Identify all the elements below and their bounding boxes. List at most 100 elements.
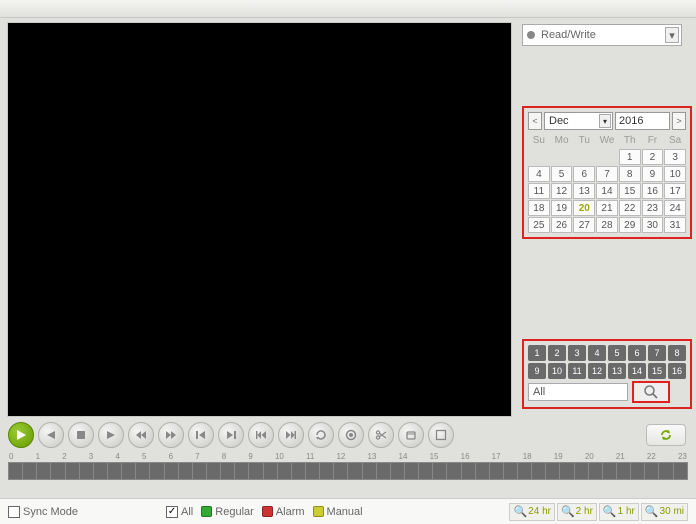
calendar-day[interactable]: 16 xyxy=(642,183,664,199)
skip-back-button[interactable] xyxy=(188,422,214,448)
channel-button[interactable]: 3 xyxy=(568,345,586,361)
timeline-segment[interactable] xyxy=(476,462,490,480)
calendar-day[interactable]: 26 xyxy=(551,217,573,233)
timeline-segment[interactable] xyxy=(391,462,405,480)
calendar-day[interactable]: 5 xyxy=(551,166,573,182)
channel-button[interactable]: 9 xyxy=(528,363,546,379)
timeline-segment[interactable] xyxy=(589,462,603,480)
timeline-segment[interactable] xyxy=(518,462,532,480)
refresh-button[interactable] xyxy=(646,424,686,446)
timeline-segment[interactable] xyxy=(645,462,659,480)
calendar-day[interactable]: 24 xyxy=(664,200,686,216)
calendar-day[interactable]: 27 xyxy=(573,217,595,233)
timeline-segment[interactable] xyxy=(136,462,150,480)
channel-button[interactable]: 6 xyxy=(628,345,646,361)
timeline-segment[interactable] xyxy=(37,462,51,480)
channel-button[interactable]: 15 xyxy=(648,363,666,379)
zoom-2hr-button[interactable]: 🔍2 hr xyxy=(557,503,597,521)
manual-legend[interactable]: Manual xyxy=(313,506,363,518)
timeline-segment[interactable] xyxy=(334,462,348,480)
next-clip-button[interactable] xyxy=(278,422,304,448)
all-checkbox[interactable]: All xyxy=(166,506,193,518)
channel-button[interactable]: 16 xyxy=(668,363,686,379)
zoom-30mi-button[interactable]: 🔍30 mi xyxy=(641,503,688,521)
timeline-segment[interactable] xyxy=(306,462,320,480)
timeline[interactable]: 01234567891011121314151617181920212223 xyxy=(8,452,688,480)
timeline-segment[interactable] xyxy=(66,462,80,480)
calendar-day[interactable]: 2 xyxy=(642,149,664,165)
calendar-day[interactable]: 9 xyxy=(642,166,664,182)
calendar-day[interactable]: 21 xyxy=(596,200,618,216)
alarm-legend[interactable]: Alarm xyxy=(262,506,305,518)
play-button[interactable] xyxy=(8,422,34,448)
calendar-day[interactable]: 30 xyxy=(642,217,664,233)
channel-button[interactable]: 8 xyxy=(668,345,686,361)
timeline-segment[interactable] xyxy=(659,462,673,480)
timeline-segment[interactable] xyxy=(532,462,546,480)
timeline-segment[interactable] xyxy=(575,462,589,480)
calendar-day[interactable]: 19 xyxy=(551,200,573,216)
calendar-day[interactable]: 31 xyxy=(664,217,686,233)
zoom-24hr-button[interactable]: 🔍24 hr xyxy=(509,503,555,521)
timeline-segment[interactable] xyxy=(165,462,179,480)
calendar-day[interactable]: 8 xyxy=(619,166,641,182)
fullscreen-button[interactable] xyxy=(428,422,454,448)
zoom-1hr-button[interactable]: 🔍1 hr xyxy=(599,503,639,521)
channel-button[interactable]: 7 xyxy=(648,345,666,361)
calendar-day[interactable]: 12 xyxy=(551,183,573,199)
record-button[interactable] xyxy=(338,422,364,448)
timeline-segment[interactable] xyxy=(193,462,207,480)
sync-mode-checkbox[interactable]: Sync Mode xyxy=(8,506,78,518)
read-write-select[interactable]: Read/Write ▾ xyxy=(522,24,682,46)
search-button[interactable] xyxy=(632,381,670,403)
timeline-segment[interactable] xyxy=(51,462,65,480)
calendar-day[interactable]: 1 xyxy=(619,149,641,165)
calendar-day[interactable]: 3 xyxy=(664,149,686,165)
year-input[interactable]: 2016 xyxy=(615,112,670,130)
channel-button[interactable]: 5 xyxy=(608,345,626,361)
timeline-segment[interactable] xyxy=(419,462,433,480)
calendar-day[interactable]: 14 xyxy=(596,183,618,199)
timeline-segment[interactable] xyxy=(278,462,292,480)
calendar-day[interactable]: 25 xyxy=(528,217,550,233)
fast-forward-button[interactable] xyxy=(158,422,184,448)
prev-month-button[interactable]: < xyxy=(528,112,542,130)
channel-button[interactable]: 2 xyxy=(548,345,566,361)
timeline-segment[interactable] xyxy=(23,462,37,480)
timeline-segment[interactable] xyxy=(108,462,122,480)
timeline-segment[interactable] xyxy=(8,462,23,480)
timeline-segment[interactable] xyxy=(504,462,518,480)
export-button[interactable] xyxy=(398,422,424,448)
calendar-day[interactable]: 15 xyxy=(619,183,641,199)
timeline-segment[interactable] xyxy=(235,462,249,480)
calendar-day[interactable]: 18 xyxy=(528,200,550,216)
timeline-segment[interactable] xyxy=(320,462,334,480)
calendar-day[interactable]: 6 xyxy=(573,166,595,182)
timeline-segment[interactable] xyxy=(150,462,164,480)
calendar-day[interactable]: 28 xyxy=(596,217,618,233)
timeline-segment[interactable] xyxy=(433,462,447,480)
timeline-segment[interactable] xyxy=(447,462,461,480)
timeline-segment[interactable] xyxy=(560,462,574,480)
timeline-segment[interactable] xyxy=(94,462,108,480)
timeline-segment[interactable] xyxy=(603,462,617,480)
channel-button[interactable]: 14 xyxy=(628,363,646,379)
timeline-segment[interactable] xyxy=(546,462,560,480)
timeline-segment[interactable] xyxy=(179,462,193,480)
calendar-day[interactable]: 22 xyxy=(619,200,641,216)
timeline-segment[interactable] xyxy=(207,462,221,480)
video-playback-area[interactable] xyxy=(7,22,512,417)
timeline-segment[interactable] xyxy=(617,462,631,480)
timeline-segment[interactable] xyxy=(674,462,688,480)
timeline-segment[interactable] xyxy=(264,462,278,480)
calendar-day[interactable]: 17 xyxy=(664,183,686,199)
timeline-segment[interactable] xyxy=(348,462,362,480)
channel-button[interactable]: 1 xyxy=(528,345,546,361)
timeline-segment[interactable] xyxy=(122,462,136,480)
timeline-segment[interactable] xyxy=(249,462,263,480)
calendar-day[interactable]: 29 xyxy=(619,217,641,233)
channel-button[interactable]: 13 xyxy=(608,363,626,379)
channel-button[interactable]: 12 xyxy=(588,363,606,379)
prev-clip-button[interactable] xyxy=(248,422,274,448)
calendar-day[interactable]: 4 xyxy=(528,166,550,182)
